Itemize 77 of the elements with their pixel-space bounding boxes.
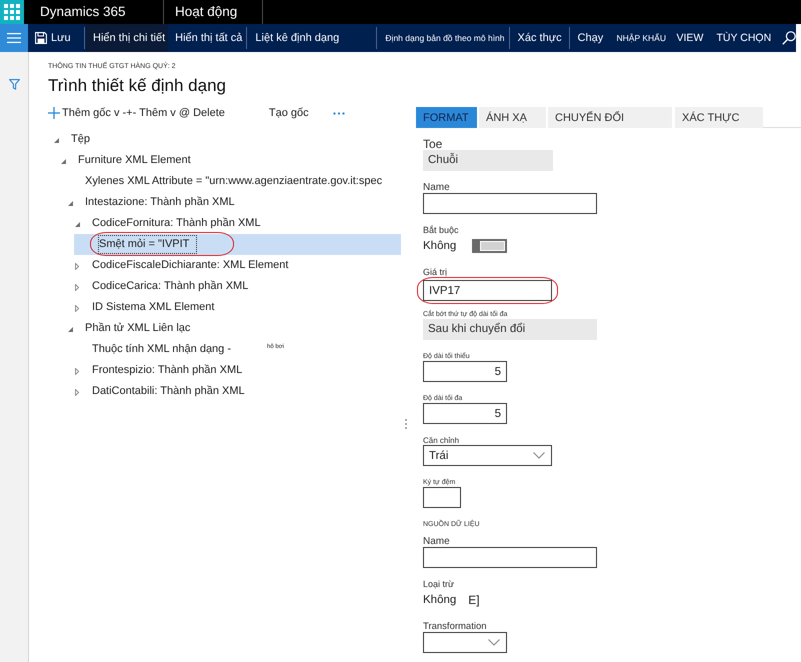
tab[interactable]: XÁC THỰC — [675, 107, 763, 128]
text-input[interactable]: IVP17 — [423, 280, 552, 301]
expanded-arrow-icon[interactable] — [54, 138, 59, 143]
page-title: Trình thiết kế định dạng — [48, 75, 226, 97]
readonly-field: Chuỗi — [423, 150, 553, 171]
number-input[interactable]: 5 — [423, 403, 507, 424]
command-button[interactable]: Hiển thị chi tiết — [86, 24, 168, 52]
field-label: Giá trị — [423, 268, 448, 277]
save-icon — [35, 32, 47, 44]
tree-item[interactable]: Furniture XML Element — [53, 150, 199, 171]
tree-item[interactable]: CodiceFornitura: Thành phần XML — [67, 213, 269, 234]
tree-item[interactable]: CodiceCarica: Thành phần XML — [67, 276, 256, 297]
dropdown[interactable]: Trái — [423, 445, 552, 466]
dropdown[interactable] — [423, 632, 507, 652]
more-icon — [332, 112, 345, 114]
field-label: Transformation — [423, 622, 487, 632]
filter-icon[interactable] — [8, 79, 20, 90]
text-input[interactable] — [423, 487, 461, 508]
splitter-handle-icon[interactable] — [405, 419, 407, 429]
collapsed-arrow-icon[interactable] — [75, 263, 79, 270]
field-label: Bắt buộc — [423, 226, 459, 235]
tree-item[interactable]: CodiceFiscaleDichiarante: XML Element — [67, 255, 296, 276]
field-label: Name — [423, 537, 450, 547]
more-button[interactable] — [332, 112, 345, 114]
expanded-arrow-icon[interactable] — [68, 327, 73, 332]
create-root-button[interactable]: Tạo gốc — [268, 107, 309, 119]
search-icon — [782, 31, 796, 45]
command-button[interactable]: Chạy — [570, 24, 610, 52]
tree-item[interactable]: Xylenes XML Attribute = "urn:www.agenziaentrate.gov.it:spec — [60, 171, 390, 192]
tree-item[interactable]: Tệp — [46, 129, 98, 150]
command-button[interactable]: Liệt kê định dạng — [248, 24, 376, 52]
module-name[interactable]: Hoạt động — [175, 3, 238, 21]
expanded-arrow-icon[interactable] — [75, 222, 80, 227]
tab[interactable]: CHUYỂN ĐỔI — [548, 107, 672, 128]
add-root-button[interactable]: Thêm gốc v -+- Thêm v @ Delete — [48, 107, 225, 119]
collapsed-arrow-icon[interactable] — [75, 305, 79, 312]
toggle-glyph-text[interactable]: E] — [468, 592, 480, 606]
command-button[interactable]: NHẬP KHẨU — [610, 24, 670, 52]
product-name[interactable]: Dynamics 365 — [40, 3, 126, 21]
command-button[interactable]: VIEW — [670, 24, 710, 52]
command-button[interactable]: Định dạng bản đồ theo mô hình — [378, 24, 508, 52]
app-grid-icon — [4, 4, 20, 20]
tree-item[interactable]: DatiContabili: Thành phần XML — [67, 381, 253, 402]
tree-item[interactable]: Phần tử XML Liên lạc — [60, 318, 198, 339]
collapsed-arrow-icon[interactable] — [75, 284, 79, 291]
collapsed-arrow-icon[interactable] — [75, 389, 79, 396]
command-button[interactable]: Hiển thị tất cả — [168, 24, 246, 52]
readonly-field: Sau khi chuyển đổi — [423, 319, 597, 340]
toggle-value-text: Không — [423, 240, 456, 252]
field-label: Name — [423, 183, 450, 193]
tab[interactable]: FORMAT — [416, 107, 477, 128]
tree-item[interactable]: Smệt mỏi = "IVPIT — [74, 234, 401, 255]
field-label: Loại trừ — [423, 580, 454, 589]
command-button[interactable]: Xác thực — [510, 24, 568, 52]
app-launcher-button[interactable] — [0, 0, 24, 24]
expanded-arrow-icon[interactable] — [68, 201, 73, 206]
plus-icon — [48, 107, 60, 119]
tree-item[interactable]: Thuộc tính XML nhận dạng - — [67, 339, 240, 360]
number-input[interactable]: 5 — [423, 361, 507, 382]
save-button[interactable]: Lưu — [28, 24, 83, 52]
tab[interactable]: ÁNH XẠ — [479, 107, 546, 128]
tree-item[interactable]: Intestazione: Thành phần XML — [60, 192, 243, 213]
collapsed-arrow-icon[interactable] — [75, 368, 79, 375]
menu-icon — [7, 33, 21, 43]
field-label: Căn chỉnh — [423, 436, 460, 445]
command-button[interactable]: TÙY CHỌN — [710, 24, 778, 52]
text-input[interactable] — [423, 547, 597, 568]
chevron-down-icon — [533, 452, 545, 459]
chevron-down-icon — [488, 638, 500, 646]
text-input[interactable] — [423, 193, 597, 214]
menu-button[interactable] — [0, 24, 28, 52]
tree-item[interactable]: Frontespizio: Thành phần XML — [67, 360, 250, 381]
toggle-switch[interactable] — [472, 238, 507, 252]
field-label: Toe — [423, 138, 442, 150]
tree-item[interactable]: ID Sistema XML Element — [67, 297, 222, 318]
toggle-value-text: Không — [423, 594, 456, 606]
expanded-arrow-icon[interactable] — [61, 159, 66, 164]
